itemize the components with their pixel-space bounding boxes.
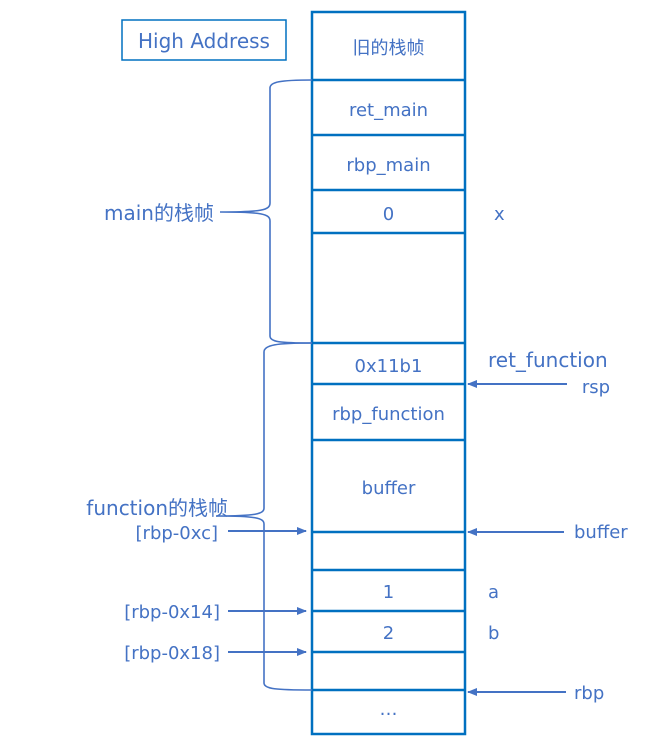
stack-cell: 1a [312, 568, 499, 603]
high-address-box: High Address [121, 19, 287, 61]
stack-cell: buffer [312, 438, 465, 499]
rbp-label: rbp [574, 683, 604, 704]
stack-cell: 2b [312, 609, 499, 644]
stack-cell: … [312, 688, 465, 720]
cell-value: … [380, 699, 398, 720]
pointer-buffer: buffer [467, 522, 628, 543]
stack-cell: 0x [312, 188, 505, 225]
variable-label: a [488, 582, 499, 603]
pointer-rbp-0x14: [rbp-0x14] [124, 602, 307, 623]
cell-value: ret_main [349, 100, 428, 121]
pointer-rbp-0x18: [rbp-0x18] [124, 643, 307, 664]
stack-cell: rbp_function [312, 382, 465, 425]
stack-frame-diagram: High Address 旧的栈帧ret_mainrbp_main0 x0x11b… [86, 10, 628, 736]
stack-cell: rbp_main [312, 133, 465, 176]
variable-label: b [488, 623, 499, 644]
high-address-label: High Address [138, 29, 270, 53]
stack-cell: 0x11b1 ret_function [312, 341, 608, 377]
rsp-label: rsp [582, 377, 610, 398]
pointer-rbp: rbp [467, 683, 604, 704]
cell-value: buffer [362, 478, 416, 499]
stack-column: 旧的栈帧ret_mainrbp_main0 x0x11b1 ret_function… [310, 10, 608, 736]
pointer-rbp-0xc: [rbp-0xc] [136, 523, 307, 544]
variable-label: x [494, 204, 505, 225]
stack-cell: ret_main [312, 78, 465, 121]
function-frame-brace: function的栈帧 [86, 342, 313, 691]
rbp-0x14-label: [rbp-0x14] [124, 602, 220, 623]
cell-value: 旧的栈帧 [353, 38, 425, 59]
variable-label: ret_function [488, 348, 608, 372]
cell-value: 1 [383, 582, 394, 603]
main-frame-label: main的栈帧 [104, 201, 214, 225]
stack-cell: 旧的栈帧 [353, 38, 425, 59]
main-frame-brace: main的栈帧 [104, 79, 313, 344]
cell-value: 0 [383, 204, 394, 225]
cell-value: 2 [383, 623, 394, 644]
function-frame-label: function的栈帧 [86, 496, 228, 520]
buffer-pointer-label: buffer [574, 522, 628, 543]
pointer-rsp: rsp [467, 377, 610, 398]
cell-value: rbp_function [332, 404, 445, 425]
cell-value: 0x11b1 [355, 356, 423, 377]
rbp-0xc-label: [rbp-0xc] [136, 523, 218, 544]
cell-value: rbp_main [346, 155, 430, 176]
rbp-0x18-label: [rbp-0x18] [124, 643, 220, 664]
